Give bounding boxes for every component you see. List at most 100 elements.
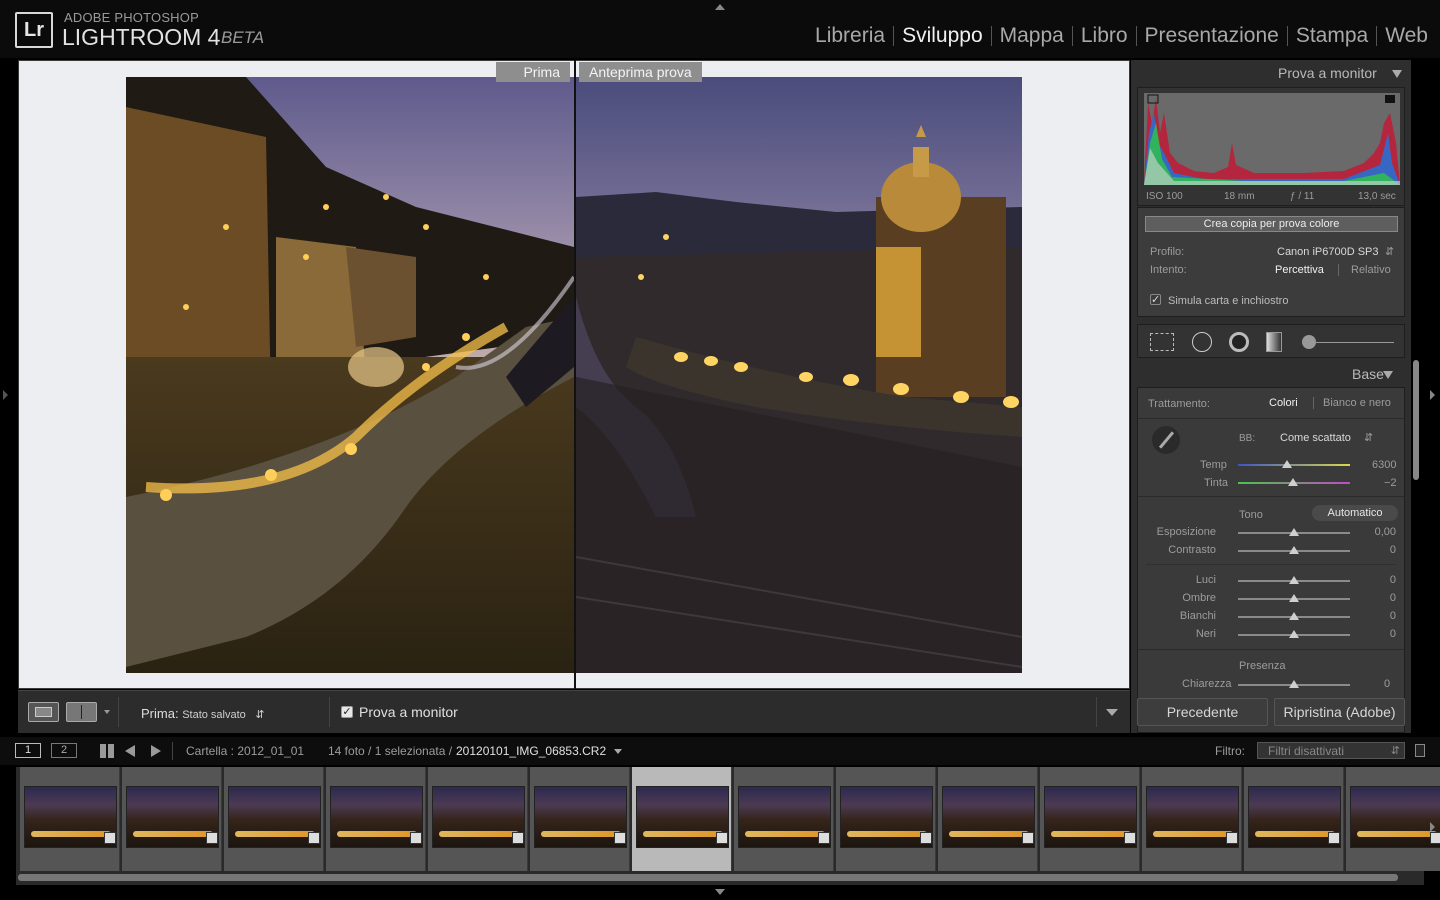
- metadata-badge-icon[interactable]: [1022, 832, 1034, 844]
- primary-screen-button[interactable]: 1: [15, 743, 41, 758]
- module-stampa[interactable]: Stampa: [1288, 24, 1376, 48]
- auto-tone-button[interactable]: Automatico: [1312, 505, 1398, 521]
- tint-value[interactable]: −2: [1384, 477, 1397, 489]
- slider-value[interactable]: 0,00: [1375, 526, 1396, 538]
- after-image[interactable]: [576, 77, 1022, 673]
- module-presentazione[interactable]: Presentazione: [1137, 24, 1287, 48]
- module-libreria[interactable]: Libreria: [807, 24, 893, 48]
- filmstrip-thumbnail[interactable]: [122, 767, 222, 871]
- before-image[interactable]: [126, 77, 574, 673]
- folder-breadcrumb[interactable]: Cartella : 2012_01_01: [186, 744, 304, 758]
- filmstrip-thumbnail[interactable]: [326, 767, 426, 871]
- panel-scrollbar[interactable]: [1413, 360, 1419, 480]
- before-after-view-button[interactable]: [66, 702, 97, 722]
- secondary-screen-button[interactable]: 2: [51, 743, 77, 758]
- slider-value[interactable]: 0: [1390, 628, 1396, 640]
- filter-lock-icon[interactable]: [1415, 744, 1425, 757]
- slider-knob[interactable]: [1289, 630, 1299, 638]
- slider-value[interactable]: 0: [1390, 544, 1396, 556]
- toolbar-options-chevron-icon[interactable]: [1106, 709, 1118, 716]
- metadata-badge-icon[interactable]: [410, 832, 422, 844]
- slider-knob[interactable]: [1289, 612, 1299, 620]
- filmstrip-thumbnail[interactable]: [1040, 767, 1140, 871]
- filmstrip-thumbnail[interactable]: [1346, 767, 1440, 871]
- filmstrip-thumbnail[interactable]: [1142, 767, 1242, 871]
- filmstrip-thumbnail[interactable]: [836, 767, 936, 871]
- filmstrip-thumbnail[interactable]: [530, 767, 630, 871]
- metadata-badge-icon[interactable]: [1124, 832, 1136, 844]
- filmstrip-thumbnail[interactable]: [20, 767, 120, 871]
- treatment-color[interactable]: Colori: [1269, 397, 1298, 409]
- filmstrip-thumbnail[interactable]: [428, 767, 528, 871]
- metadata-badge-icon[interactable]: [920, 832, 932, 844]
- profile-select[interactable]: Canon iP6700D SP3: [1277, 246, 1379, 258]
- metadata-badge-icon[interactable]: [716, 832, 728, 844]
- metadata-badge-icon[interactable]: [308, 832, 320, 844]
- filmstrip-right-arrow-icon[interactable]: [1430, 822, 1435, 832]
- filmstrip-thumbnail[interactable]: [224, 767, 324, 871]
- slider-knob[interactable]: [1289, 594, 1299, 602]
- clarity-value[interactable]: 0: [1384, 678, 1390, 690]
- softproof-panel-title[interactable]: Prova a monitor: [1278, 65, 1377, 81]
- panel-collapse-icon[interactable]: [1392, 70, 1402, 78]
- graduated-filter-tool-icon[interactable]: [1266, 332, 1282, 352]
- filmstrip-scrollbar[interactable]: [18, 874, 1398, 881]
- adjustment-brush-tool-icon[interactable]: [1302, 335, 1316, 349]
- temp-slider-track[interactable]: [1238, 464, 1350, 466]
- spot-removal-tool-icon[interactable]: [1192, 332, 1212, 352]
- reset-button[interactable]: Ripristina (Adobe): [1274, 698, 1405, 726]
- metadata-badge-icon[interactable]: [104, 832, 116, 844]
- white-balance-selector-icon[interactable]: [1152, 426, 1180, 454]
- panel-collapse-icon[interactable]: [1383, 371, 1393, 379]
- metadata-badge-icon[interactable]: [512, 832, 524, 844]
- before-state-selector[interactable]: Prima: Stato salvato ⇵: [141, 706, 265, 721]
- histogram-graph[interactable]: [1144, 93, 1400, 185]
- treatment-bw[interactable]: Bianco e nero: [1323, 397, 1391, 409]
- collapse-right-panel-icon[interactable]: [1430, 390, 1435, 400]
- before-after-divider[interactable]: [574, 60, 576, 689]
- wb-select[interactable]: Come scattato: [1280, 432, 1351, 444]
- view-mode-dropdown-icon[interactable]: [104, 710, 110, 714]
- previous-settings-button[interactable]: Precedente: [1137, 698, 1268, 726]
- collapse-bottom-panel-icon[interactable]: [715, 889, 725, 895]
- crop-tool-icon[interactable]: [1150, 333, 1174, 351]
- filmstrip-thumbnail[interactable]: [1244, 767, 1344, 871]
- module-libro[interactable]: Libro: [1073, 24, 1136, 48]
- back-arrow-icon[interactable]: [125, 745, 135, 757]
- softproof-checkbox[interactable]: ✓: [341, 706, 353, 718]
- loupe-view-button[interactable]: [28, 702, 59, 722]
- module-mappa[interactable]: Mappa: [992, 24, 1072, 48]
- filmstrip-thumbnail[interactable]: [632, 767, 732, 871]
- slider-knob[interactable]: [1289, 576, 1299, 584]
- grid-view-icon[interactable]: [100, 744, 114, 758]
- metadata-badge-icon[interactable]: [818, 832, 830, 844]
- slider-value[interactable]: 0: [1390, 592, 1396, 604]
- temp-slider-knob[interactable]: [1282, 460, 1292, 468]
- simulate-paper-ink-checkbox[interactable]: ✓: [1150, 294, 1161, 306]
- base-panel-title[interactable]: Base: [1352, 366, 1384, 382]
- metadata-badge-icon[interactable]: [206, 832, 218, 844]
- metadata-badge-icon[interactable]: [614, 832, 626, 844]
- red-eye-tool-icon[interactable]: [1229, 332, 1249, 352]
- forward-arrow-icon[interactable]: [151, 745, 161, 757]
- filmstrip-thumbnail[interactable]: [734, 767, 834, 871]
- module-web[interactable]: Web: [1377, 24, 1428, 48]
- slider-knob[interactable]: [1289, 546, 1299, 554]
- metadata-badge-icon[interactable]: [1328, 832, 1340, 844]
- create-proof-copy-button[interactable]: Crea copia per prova colore: [1145, 216, 1398, 232]
- clarity-slider-knob[interactable]: [1289, 680, 1299, 688]
- filename-dropdown-icon[interactable]: [614, 749, 622, 754]
- tint-slider-knob[interactable]: [1288, 478, 1298, 486]
- collapse-left-panel-icon[interactable]: [3, 390, 8, 400]
- module-sviluppo[interactable]: Sviluppo: [894, 24, 991, 48]
- metadata-badge-icon[interactable]: [1430, 832, 1440, 844]
- filter-select[interactable]: Filtri disattivati ⇵: [1257, 742, 1405, 759]
- intent-perceptual[interactable]: Percettiva: [1275, 264, 1324, 276]
- metadata-badge-icon[interactable]: [1226, 832, 1238, 844]
- selected-filename[interactable]: 20120101_IMG_06853.CR2: [456, 744, 606, 758]
- slider-knob[interactable]: [1289, 528, 1299, 536]
- collapse-top-panel-icon[interactable]: [715, 4, 725, 10]
- slider-value[interactable]: 0: [1390, 610, 1396, 622]
- slider-value[interactable]: 0: [1390, 574, 1396, 586]
- temp-value[interactable]: 6300: [1372, 459, 1396, 471]
